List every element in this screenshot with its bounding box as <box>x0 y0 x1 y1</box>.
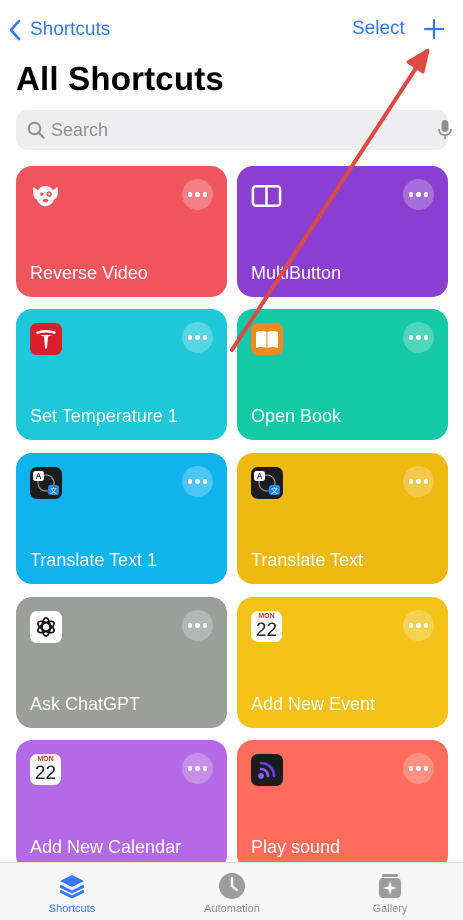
more-options-button[interactable] <box>182 322 213 353</box>
page-title: All Shortcuts <box>16 60 224 97</box>
shortcut-tile-set-temperature-1[interactable]: Set Temperature 1 <box>16 309 227 440</box>
tab-automation[interactable]: Automation <box>172 863 292 920</box>
shortcut-label: Add New Calendar <box>30 837 182 857</box>
more-options-button[interactable] <box>182 179 213 210</box>
shortcut-tile-add-new-event[interactable]: MON 22 Add New Event <box>237 597 448 728</box>
chevron-left-icon <box>9 19 21 41</box>
calendar-day: 22 <box>255 620 278 641</box>
shortcut-label: Play sound <box>251 837 341 857</box>
shortcut-label: Open Book <box>251 406 342 426</box>
more-options-button[interactable] <box>403 179 434 210</box>
shortcut-tile-add-new-calendar[interactable]: MON 22 Add New Calendar <box>16 740 227 871</box>
sparkle-square-icon <box>379 874 401 898</box>
shortcut-label: Reverse Video <box>30 263 148 283</box>
select-button[interactable]: Select <box>352 18 405 40</box>
tab-label: Gallery <box>372 903 408 915</box>
more-options-button[interactable] <box>403 322 434 353</box>
tab-bar: Shortcuts Automation Gallery <box>0 862 463 920</box>
tab-gallery[interactable]: Gallery <box>330 863 450 920</box>
shortcut-tile-multibutton[interactable]: MultiButton <box>237 166 448 297</box>
more-options-button[interactable] <box>182 610 213 641</box>
split-panel-icon <box>250 179 283 212</box>
more-options-button[interactable] <box>403 753 434 784</box>
shortcut-label: Ask ChatGPT <box>30 694 141 714</box>
shortcut-label: Add New Event <box>251 694 376 714</box>
plus-icon[interactable] <box>422 17 446 41</box>
shortcut-tile-translate-text[interactable]: A 文 Translate Text <box>237 453 448 584</box>
search-icon <box>27 121 45 139</box>
calendar-icon: MON 22 <box>29 753 62 786</box>
shortcut-label: Translate Text <box>251 550 364 570</box>
stack-layers-icon <box>59 875 85 899</box>
tab-label: Shortcuts <box>48 903 96 915</box>
shortcut-tile-ask-chatgpt[interactable]: Ask ChatGPT <box>16 597 227 728</box>
shortcut-label: Translate Text 1 <box>30 550 158 570</box>
sound-wave-icon <box>250 753 283 786</box>
search-bar[interactable]: Search <box>16 110 452 150</box>
shortcut-tile-reverse-video[interactable]: Reverse Video <box>16 166 227 297</box>
calendar-day: 22 <box>34 763 57 784</box>
translate-icon: A 文 <box>29 466 62 499</box>
books-icon <box>250 322 283 355</box>
clock-icon <box>219 873 245 899</box>
more-options-button[interactable] <box>182 753 213 784</box>
svg-text:A: A <box>256 472 262 481</box>
tab-shortcuts[interactable]: Shortcuts <box>12 863 132 920</box>
svg-text:文: 文 <box>271 486 278 495</box>
tesla-icon <box>29 322 62 355</box>
back-button[interactable]: Shortcuts <box>8 16 110 44</box>
calendar-month: MON <box>37 756 54 763</box>
microphone-icon[interactable] <box>438 119 452 141</box>
calendar-month: MON <box>258 613 275 620</box>
calendar-icon: MON 22 <box>250 610 283 643</box>
svg-text:A: A <box>35 472 41 481</box>
shortcut-tile-open-book[interactable]: Open Book <box>237 309 448 440</box>
chatgpt-icon <box>29 610 62 643</box>
svg-text:文: 文 <box>50 486 57 495</box>
more-options-button[interactable] <box>403 466 434 497</box>
shortcut-label: MultiButton <box>251 263 342 283</box>
shortcut-label: Set Temperature 1 <box>30 406 178 426</box>
search-placeholder: Search <box>51 120 109 140</box>
tab-label: Automation <box>204 903 260 915</box>
translate-icon: A 文 <box>250 466 283 499</box>
more-options-button[interactable] <box>182 466 213 497</box>
shortcut-tile-play-sound[interactable]: Play sound <box>237 740 448 871</box>
back-label: Shortcuts <box>30 19 111 40</box>
shortcut-tile-translate-text-1[interactable]: A 文 Translate Text 1 <box>16 453 227 584</box>
navigation-bar: Shortcuts Select <box>0 0 463 58</box>
dog-face-icon <box>29 179 62 212</box>
more-options-button[interactable] <box>403 610 434 641</box>
